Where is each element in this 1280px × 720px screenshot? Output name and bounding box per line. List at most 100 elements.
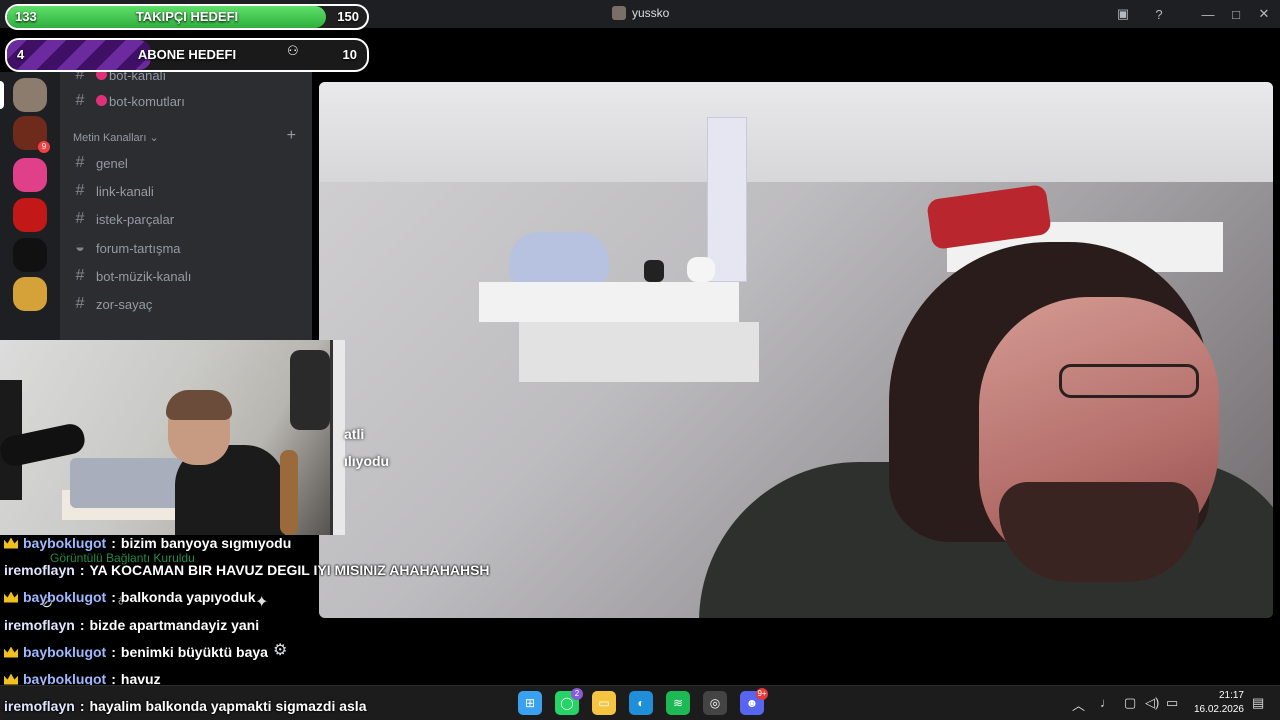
chat-text: benimki büyüktü baya [120, 644, 268, 660]
discord-badge: 9+ [756, 688, 768, 700]
channel-name: link-kanali [96, 183, 154, 199]
video-ceiling [319, 82, 1273, 182]
server-icon[interactable] [13, 78, 47, 112]
chat-text: bizde apartmandayiz yani [89, 617, 260, 633]
channel-item[interactable]: # link-kanali [72, 180, 154, 202]
channel-name: bot-komutları [109, 93, 185, 109]
follower-goal-bar: TAKIPÇI HEDEFI 133 150 [5, 4, 369, 30]
channel-item[interactable]: # bot-müzik-kanalı [72, 265, 192, 287]
whatsapp-icon[interactable]: ◯ 2 [555, 688, 583, 715]
inbox-icon[interactable]: ▣ [1115, 6, 1131, 22]
follower-goal-label: TAKIPÇI HEDEFI [135, 9, 239, 24]
tray-chevron-up-icon[interactable]: ︿ [1072, 695, 1085, 714]
crown-icon [4, 673, 18, 685]
chat-username: bayboklugot [23, 644, 107, 660]
facecam-hair [166, 390, 232, 420]
hash-icon: # [75, 295, 85, 312]
channel-list: # bot-kanalı # bot-komutları Metin Kanal… [60, 72, 312, 342]
video-shelf [479, 282, 739, 322]
video-shelf-shadow [519, 322, 759, 382]
battery-icon[interactable]: ▭ [1166, 695, 1178, 711]
server-badge: 9 [38, 141, 50, 153]
server-icon[interactable]: 9 [13, 116, 50, 153]
add-user-icon: ⚇ [287, 43, 299, 58]
close-icon[interactable]: ✕ [1256, 6, 1272, 22]
add-channel-icon[interactable]: + [287, 127, 296, 145]
facecam-door [330, 340, 345, 535]
chat-message: bayboklugot: balkonda yapıyoduk [4, 587, 256, 607]
channel-item[interactable]: # bot-kanalı [72, 72, 166, 86]
maximize-icon[interactable]: □ [1228, 6, 1244, 22]
activity-icon[interactable]: ✦ [255, 592, 268, 612]
crown-icon [4, 537, 18, 549]
window-title: yussko [612, 6, 669, 20]
follower-goal-target: 150 [337, 9, 359, 24]
chat-text: balkonda yapıyoduk [120, 589, 256, 605]
chat-text: bizim banyoya sıgmıyodu [120, 535, 292, 551]
channel-item[interactable]: # istek-parçalar [72, 208, 174, 230]
chat-message: iremoflayn: YA KOCAMAN BIR HAVUZ DEGIL IY… [4, 562, 490, 578]
facecam-bed [70, 458, 190, 508]
chat-message: iremoflayn: hayalim balkonda yapmakti sig… [4, 698, 367, 714]
category-header[interactable]: Metin Kanalları ⌄ [73, 131, 159, 144]
microphone-tray-icon[interactable]: ♩ [1100, 695, 1113, 710]
windows-start-icon[interactable]: ⊞ [518, 691, 542, 715]
hash-icon: # [75, 92, 85, 109]
chat-username: bayboklugot [23, 535, 107, 551]
channel-name: genel [96, 155, 128, 171]
camera-video[interactable] [319, 82, 1273, 618]
dot-icon [96, 94, 107, 106]
obs-icon[interactable]: ◎ [703, 691, 727, 715]
server-icon[interactable] [13, 198, 47, 232]
video-person-glasses [1059, 364, 1199, 398]
category-label: Metin Kanalları [73, 132, 147, 144]
network-icon[interactable]: ▢ [1124, 695, 1136, 711]
facecam-overlay [0, 340, 345, 535]
chat-username: iremoflayn [4, 562, 75, 578]
window-title-text: yussko [632, 6, 670, 20]
taskbar-clock[interactable]: 21:17 16.02.2026 [1194, 689, 1244, 717]
dot-icon [96, 72, 107, 80]
discord-icon[interactable]: ☻ 9+ [740, 688, 768, 715]
help-icon[interactable]: ? [1151, 6, 1167, 22]
facecam-guitar [280, 450, 298, 535]
file-explorer-icon[interactable]: ▭ [592, 691, 616, 715]
subscriber-goal-target: 10 [342, 47, 357, 62]
channel-item[interactable]: # zor-sayaç [72, 293, 153, 315]
chat-username: iremoflayn [4, 617, 75, 633]
server-icon[interactable] [13, 277, 47, 311]
chat-username: bayboklugot [23, 589, 107, 605]
settings-gear-icon[interactable]: ⚙ [273, 640, 287, 660]
hash-icon: # [75, 154, 85, 171]
follower-goal-current: 133 [15, 9, 37, 24]
minimize-icon[interactable]: — [1200, 6, 1216, 22]
chat-text: hayalim balkonda yapmakti sigmazdi asla [89, 698, 367, 714]
chat-message: bayboklugot: bizim banyoya sıgmıyodu [4, 533, 291, 553]
volume-icon[interactable]: ◁) [1145, 695, 1159, 711]
chat-message: bayboklugot: benimki büyüktü baya [4, 642, 268, 662]
channel-name: istek-parçalar [96, 211, 175, 227]
subscriber-goal-bar: ABONE HEDEFI 4 10 ⚇ [5, 38, 369, 72]
video-person-beard [999, 482, 1199, 582]
video-post [707, 117, 747, 282]
edge-icon[interactable]: ◐ [629, 691, 653, 715]
clock-time: 21:17 [1218, 690, 1244, 701]
forum-icon: ◒ [75, 239, 85, 256]
channel-item[interactable]: # bot-komutları [72, 90, 185, 112]
server-icon[interactable] [13, 238, 47, 272]
spotify-icon[interactable]: ≋ [666, 691, 690, 715]
server-selected-pill [0, 81, 4, 109]
facecam-jacket [290, 350, 330, 430]
video-figure [687, 257, 715, 282]
video-overlay-text: ılıyodu [344, 453, 390, 469]
crown-icon [4, 646, 18, 658]
channel-item[interactable]: # genel [72, 152, 128, 174]
server-icon[interactable] [13, 158, 47, 192]
notification-icon[interactable]: ▤ [1252, 695, 1264, 711]
channel-name: bot-kanalı [109, 72, 167, 83]
user-avatar-icon [612, 6, 626, 20]
channel-item[interactable]: ◒ forum-tartışma [72, 237, 180, 259]
hash-icon: # [75, 210, 85, 227]
channel-name: zor-sayaç [96, 296, 153, 312]
clock-date: 16.02.2026 [1193, 704, 1244, 715]
